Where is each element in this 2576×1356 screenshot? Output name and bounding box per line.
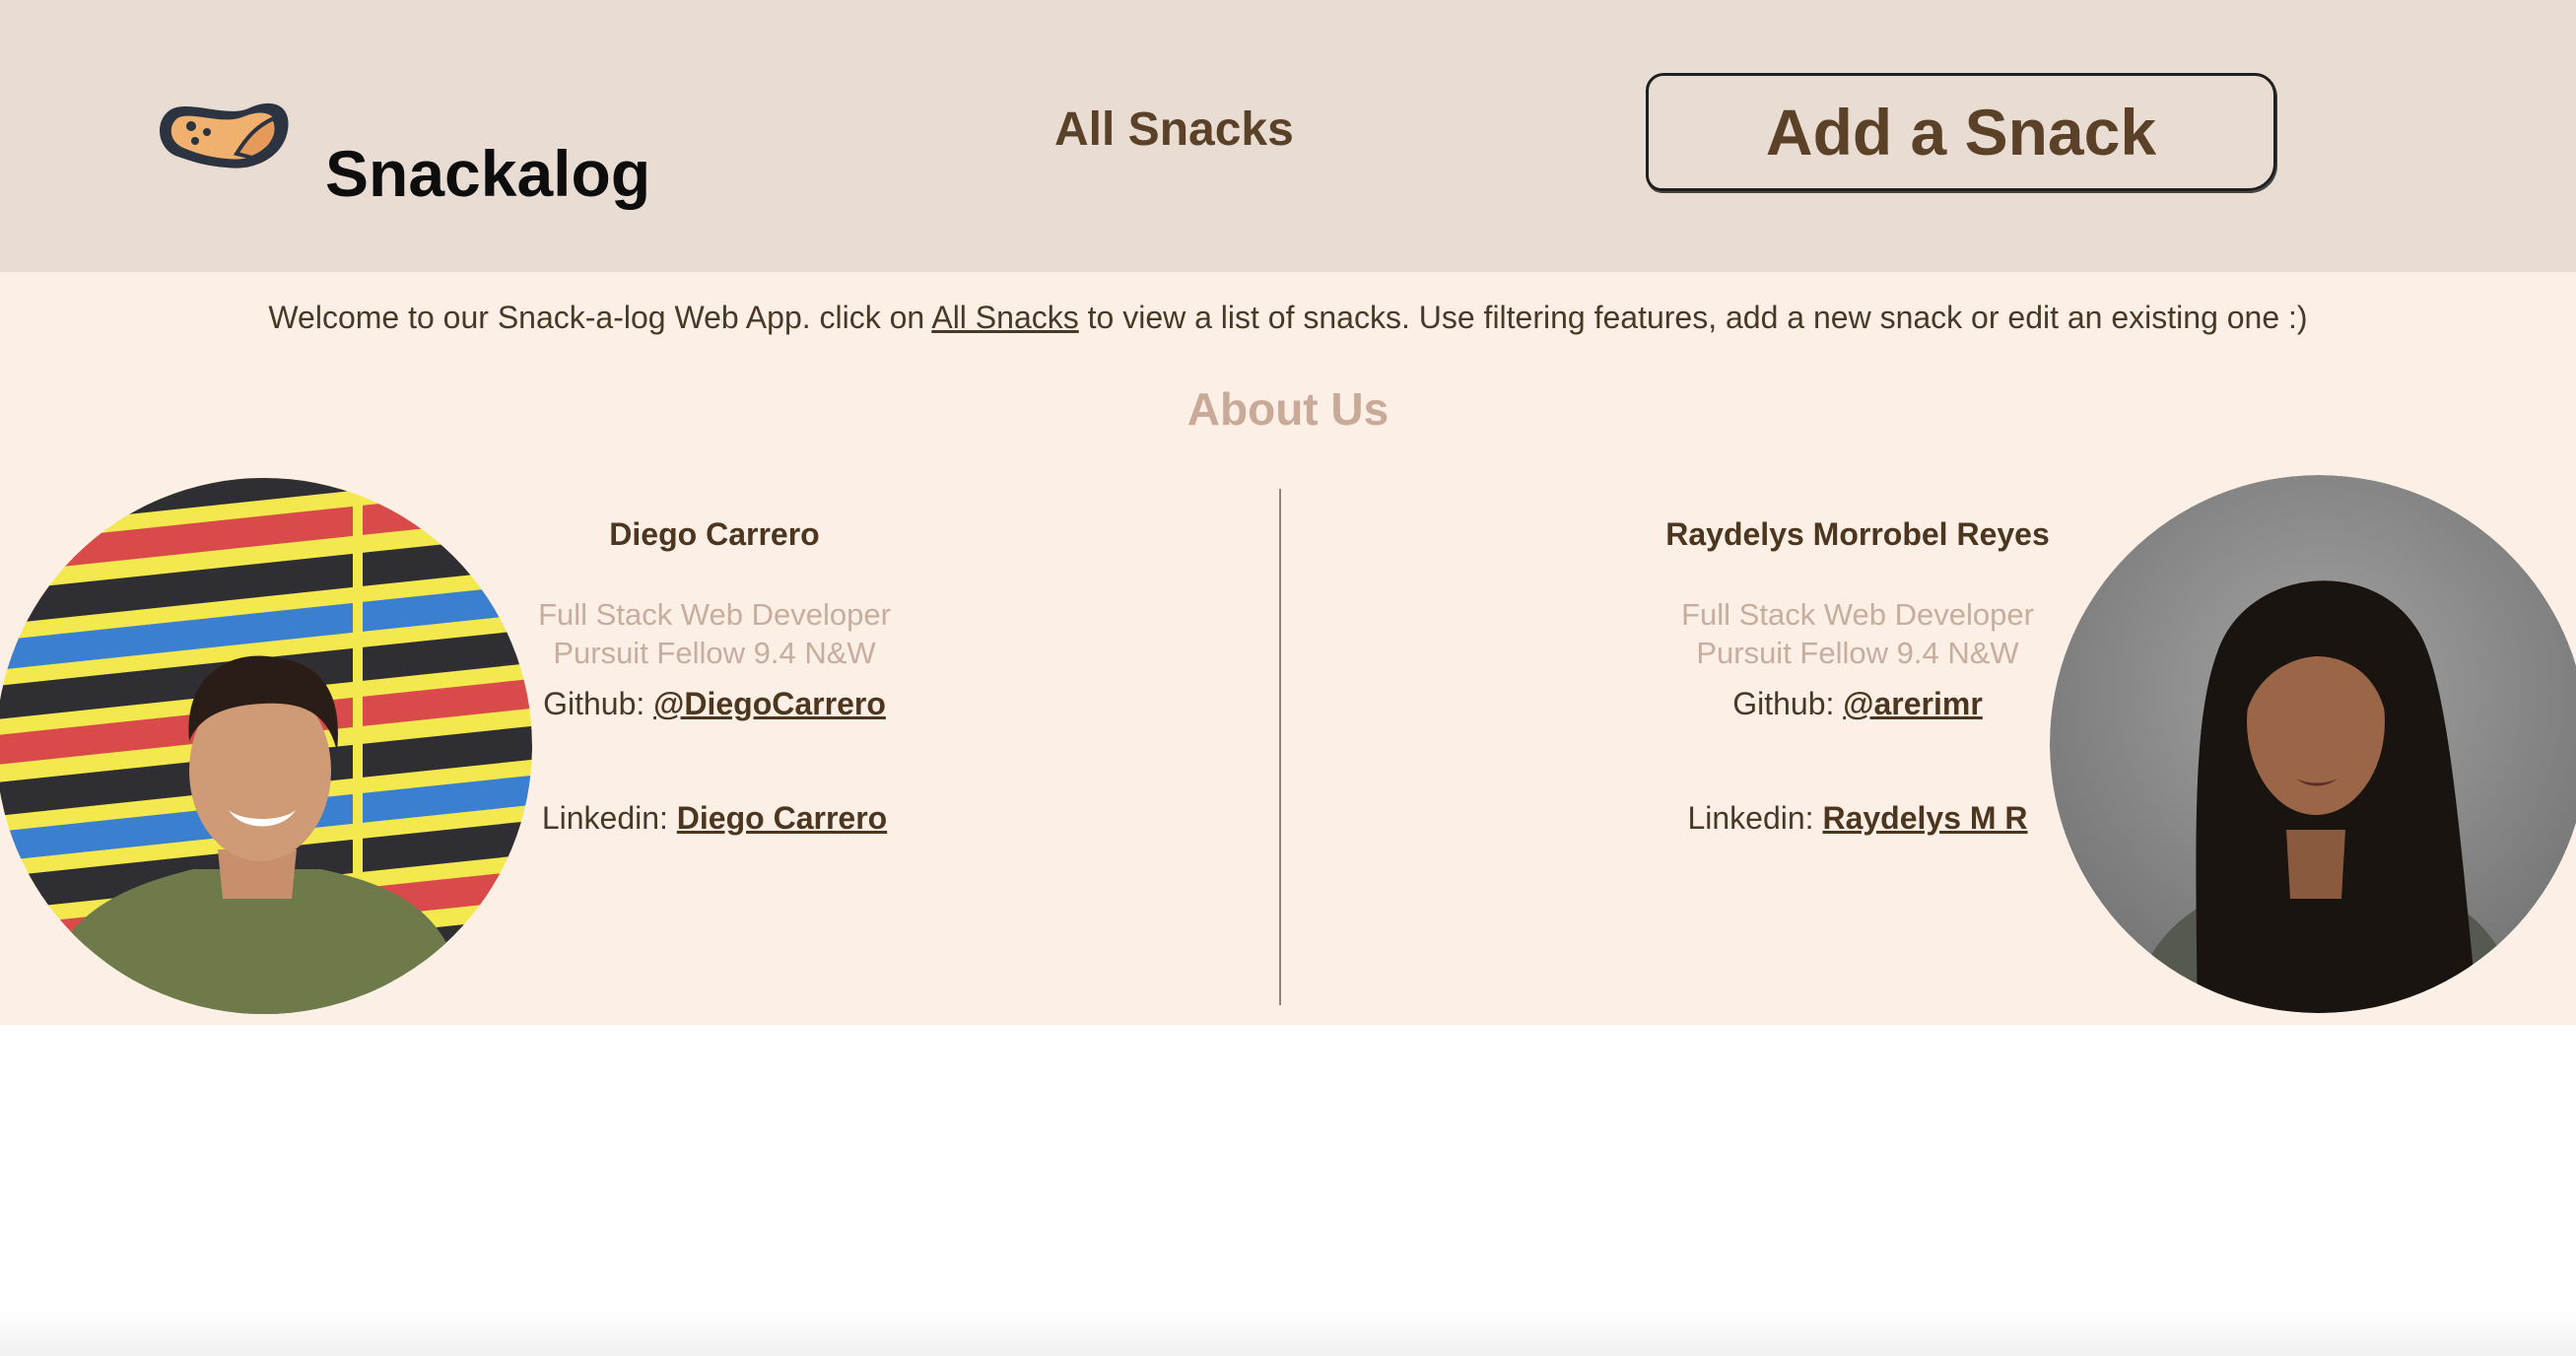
member-github: Github: @DiegoCarrero [389, 686, 1040, 745]
nav-all-snacks-link[interactable]: All Snacks [1054, 102, 1294, 157]
linkedin-label: Linkedin: [1687, 800, 1823, 836]
welcome-prefix: Welcome to our Snack-a-log Web App. clic… [268, 300, 932, 335]
vertical-divider [1279, 489, 1281, 1005]
navbar: Snackalog All Snacks Add a Snack [0, 0, 2576, 272]
member-card-diego: Diego Carrero Full Stack Web Developer P… [389, 516, 1040, 859]
github-link[interactable]: @DiegoCarrero [653, 686, 886, 721]
member-linkedin: Linkedin: Diego Carrero [389, 800, 1040, 859]
welcome-all-snacks-link[interactable]: All Snacks [931, 300, 1078, 335]
member-name: Raydelys Morrobel Reyes [1665, 516, 2050, 552]
welcome-message: Welcome to our Snack-a-log Web App. clic… [0, 300, 2576, 336]
github-label: Github: [543, 686, 654, 721]
linkedin-link[interactable]: Raydelys M R [1822, 800, 2027, 836]
brand-title: Snackalog [325, 137, 651, 210]
about-us-heading: About Us [1186, 383, 1390, 435]
raydelys-photo [2050, 475, 2576, 1013]
welcome-suffix: to view a list of snacks. Use filtering … [1078, 300, 2308, 335]
main-content: Welcome to our Snack-a-log Web App. clic… [0, 272, 2576, 1025]
linkedin-label: Linkedin: [541, 800, 677, 836]
linkedin-link[interactable]: Diego Carrero [677, 800, 887, 836]
member-fellowship: Pursuit Fellow 9.4 N&W [553, 636, 876, 670]
github-link[interactable]: @arerimr [1843, 686, 1983, 721]
brand[interactable]: Snackalog [158, 97, 650, 215]
add-snack-button[interactable]: Add a Snack [1646, 73, 2276, 191]
bottom-fade [0, 1311, 2576, 1356]
github-label: Github: [1732, 686, 1844, 721]
snack-bean-logo-icon [159, 102, 289, 169]
page: Snackalog All Snacks Add a Snack Welcome… [0, 0, 2576, 1356]
member-name: Diego Carrero [609, 516, 820, 552]
member-role: Full Stack Web Developer [538, 597, 891, 632]
